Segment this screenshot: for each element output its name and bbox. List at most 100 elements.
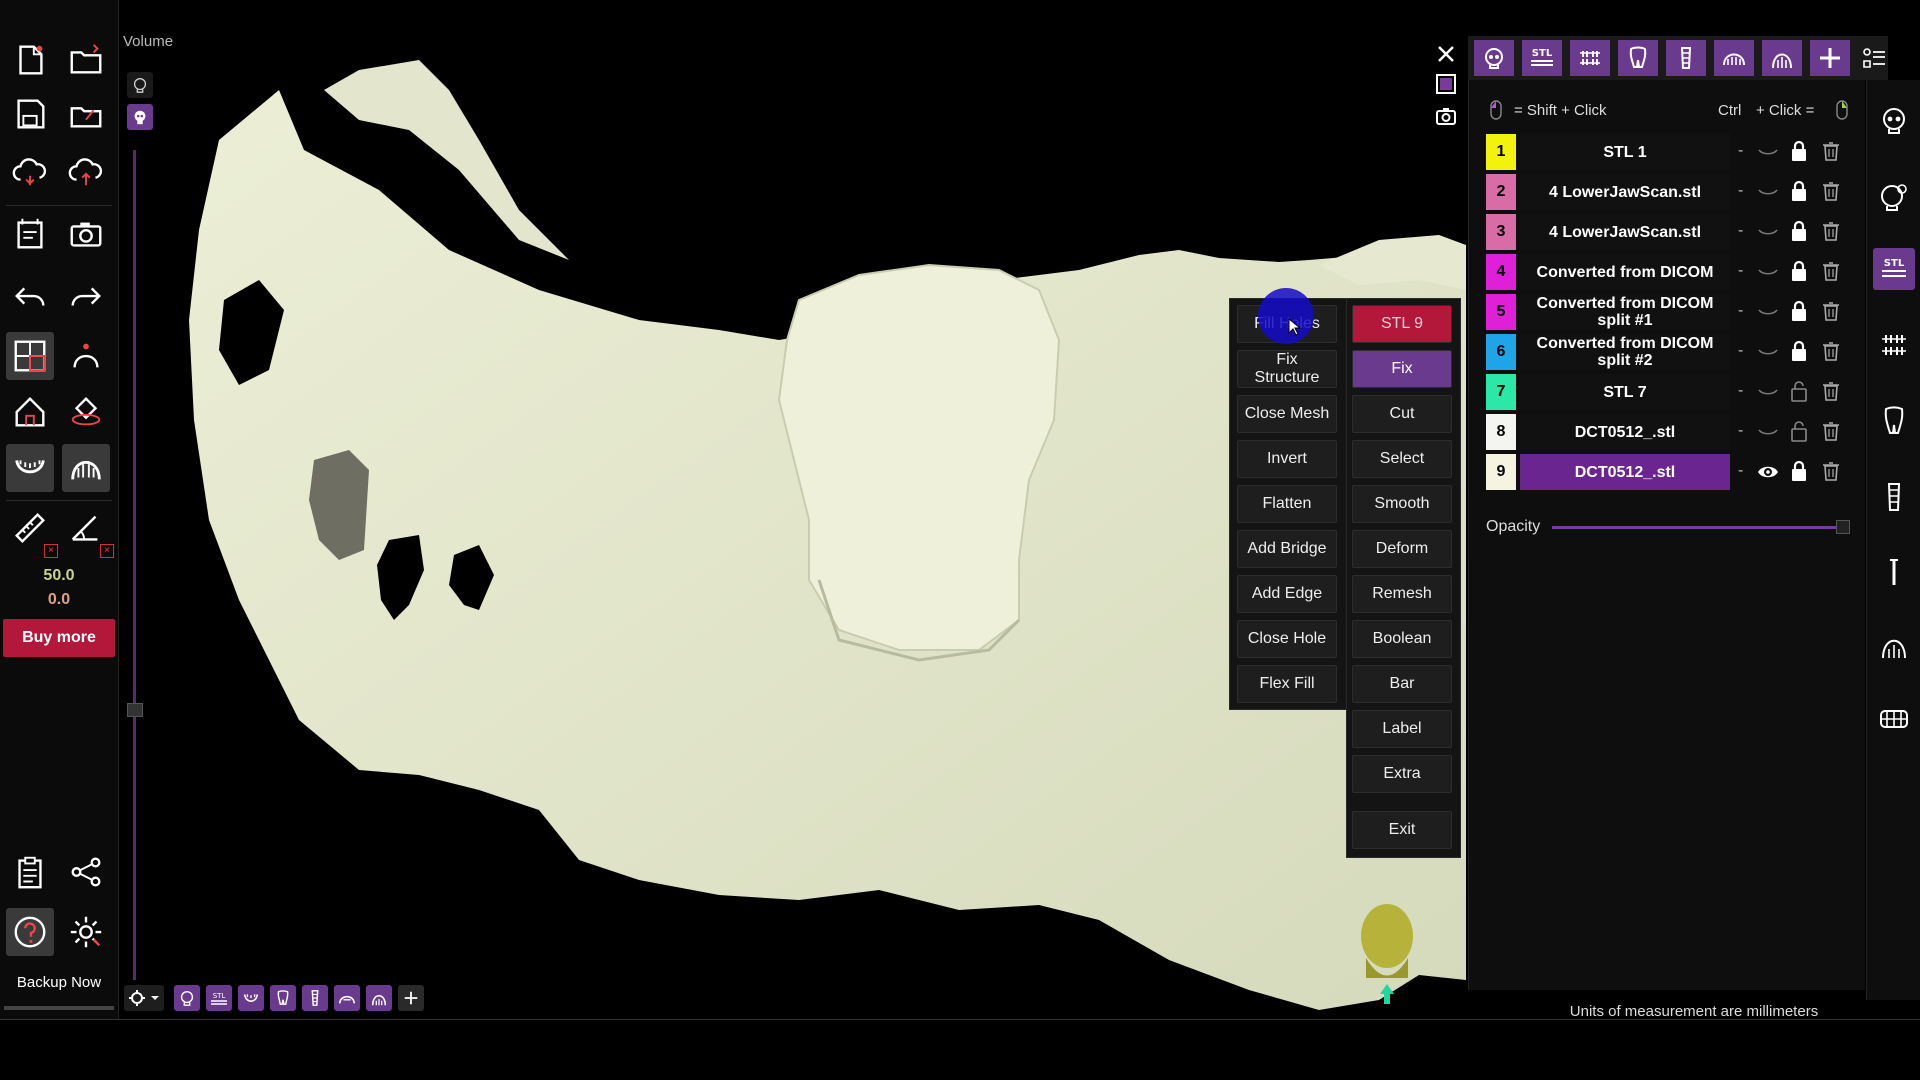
- side-pin-icon[interactable]: [1873, 550, 1915, 592]
- volume-slider-track[interactable]: [133, 150, 136, 980]
- stl-row-collapse-icon[interactable]: -: [1738, 382, 1743, 400]
- cloud-new-icon[interactable]: [6, 148, 54, 196]
- buy-more-button[interactable]: Buy more: [3, 619, 115, 657]
- trash-icon[interactable]: [1822, 220, 1840, 242]
- add-bridge-button[interactable]: Add Bridge: [1237, 530, 1337, 568]
- camera-icon[interactable]: [62, 210, 110, 258]
- export-folder-icon[interactable]: [62, 90, 110, 138]
- tab-jaw-icon[interactable]: [1570, 40, 1610, 76]
- close-view-icon[interactable]: [1432, 40, 1460, 68]
- trash-icon[interactable]: [1822, 260, 1840, 282]
- eye-open-icon[interactable]: [1756, 462, 1780, 482]
- eye-closed-icon[interactable]: [1756, 182, 1780, 202]
- side-tooth-icon[interactable]: [1873, 400, 1915, 442]
- view-settings-dropdown-icon[interactable]: [124, 985, 164, 1011]
- fix-button[interactable]: Fix: [1352, 350, 1452, 388]
- stl-row-name[interactable]: 4 LowerJawScan.stl: [1520, 174, 1730, 210]
- cut-button[interactable]: Cut: [1352, 395, 1452, 433]
- lock-icon[interactable]: [1790, 260, 1808, 282]
- home-view-icon[interactable]: [6, 388, 54, 436]
- smooth-button[interactable]: Smooth: [1352, 485, 1452, 523]
- trash-icon[interactable]: [1822, 460, 1840, 482]
- trash-icon[interactable]: [1822, 180, 1840, 202]
- stl-row[interactable]: 9 DCT0512_.stl -: [1486, 452, 1852, 490]
- stl-row-collapse-icon[interactable]: -: [1738, 262, 1743, 280]
- open-folder-icon[interactable]: [62, 36, 110, 84]
- opacity-slider-thumb[interactable]: [1836, 520, 1850, 534]
- layout-icon[interactable]: [6, 332, 54, 380]
- trash-icon[interactable]: [1822, 340, 1840, 362]
- eye-closed-icon[interactable]: [1756, 262, 1780, 282]
- side-arch-icon[interactable]: [1873, 624, 1915, 666]
- close-hole-button[interactable]: Close Hole: [1237, 620, 1337, 658]
- stl-row[interactable]: 5 Converted from DICOM split #1-: [1486, 292, 1852, 330]
- volume-slider-thumb[interactable]: [127, 703, 143, 717]
- save-icon[interactable]: [6, 90, 54, 138]
- stl-row-collapse-icon[interactable]: -: [1738, 342, 1743, 360]
- trash-icon[interactable]: [1822, 380, 1840, 402]
- stl-row[interactable]: 1 STL 1-: [1486, 132, 1852, 170]
- tab-skull-icon[interactable]: [1474, 40, 1514, 76]
- deform-button[interactable]: Deform: [1352, 530, 1452, 568]
- volume-skull-filled-icon[interactable]: [127, 104, 153, 130]
- new-file-icon[interactable]: [6, 36, 54, 84]
- tab-arch-icon[interactable]: [1762, 40, 1802, 76]
- lock-icon[interactable]: [1790, 300, 1808, 322]
- bottom-tooth-icon[interactable]: [270, 985, 296, 1011]
- eye-closed-icon[interactable]: [1756, 382, 1780, 402]
- stl-row-name[interactable]: DCT0512_.stl: [1520, 454, 1730, 490]
- share-icon[interactable]: [62, 848, 110, 896]
- bottom-arch-icon[interactable]: [366, 985, 392, 1011]
- lock-icon[interactable]: [1790, 220, 1808, 242]
- stl-row[interactable]: 8 DCT0512_.stl -: [1486, 412, 1852, 450]
- tab-tooth-icon[interactable]: [1618, 40, 1658, 76]
- lock-icon[interactable]: [1790, 180, 1808, 202]
- boolean-button[interactable]: Boolean: [1352, 620, 1452, 658]
- stl-row[interactable]: 6 Converted from DICOM split #2-: [1486, 332, 1852, 370]
- tab-list-icon[interactable]: [1854, 40, 1894, 76]
- help-icon[interactable]: [6, 908, 54, 956]
- eye-closed-icon[interactable]: [1756, 222, 1780, 242]
- stl-row-name[interactable]: STL 7: [1520, 374, 1730, 410]
- eye-closed-icon[interactable]: [1756, 342, 1780, 362]
- curve-tool-icon[interactable]: [62, 332, 110, 380]
- upper-arch-icon[interactable]: [62, 444, 110, 492]
- bottom-skull-icon[interactable]: [174, 985, 200, 1011]
- stl-row[interactable]: 7 STL 7-: [1486, 372, 1852, 410]
- stl-row-name[interactable]: 4 LowerJawScan.stl: [1520, 214, 1730, 250]
- side-skull-gear-icon[interactable]: [1873, 176, 1915, 218]
- eye-closed-icon[interactable]: [1756, 142, 1780, 162]
- trash-icon[interactable]: [1822, 140, 1840, 162]
- side-jaw-icon[interactable]: [1873, 324, 1915, 366]
- bottom-nerve-icon[interactable]: [334, 985, 360, 1011]
- side-implant-icon[interactable]: [1873, 476, 1915, 518]
- bottom-stl-icon[interactable]: STL: [206, 985, 232, 1011]
- bottom-jaw-icon[interactable]: [238, 985, 264, 1011]
- tab-stl-icon[interactable]: STL: [1522, 40, 1562, 76]
- angle-close-icon[interactable]: ×: [100, 544, 114, 558]
- redo-icon[interactable]: [62, 272, 110, 320]
- opacity-slider-track[interactable]: [1552, 526, 1842, 529]
- rotate-view-icon[interactable]: [62, 388, 110, 436]
- stl-row-collapse-icon[interactable]: -: [1738, 142, 1743, 160]
- stl-row-collapse-icon[interactable]: -: [1738, 222, 1743, 240]
- stl-row[interactable]: 34 LowerJawScan.stl -: [1486, 212, 1852, 250]
- side-dentition-icon[interactable]: [1873, 698, 1915, 740]
- stl-row-name[interactable]: Converted from DICOM split #1: [1520, 294, 1730, 330]
- stl-row-name[interactable]: STL 1: [1520, 134, 1730, 170]
- orientation-head-icon[interactable]: [1352, 898, 1422, 1008]
- stl-row-collapse-icon[interactable]: -: [1738, 422, 1743, 440]
- side-skull-icon[interactable]: [1873, 100, 1915, 142]
- tab-nerve-icon[interactable]: [1714, 40, 1754, 76]
- stl-row-collapse-icon[interactable]: -: [1738, 462, 1743, 480]
- cloud-upload-icon[interactable]: [62, 148, 110, 196]
- eye-closed-icon[interactable]: [1756, 302, 1780, 322]
- exit-button[interactable]: Exit: [1352, 811, 1452, 849]
- report-icon[interactable]: [6, 210, 54, 258]
- lock-icon[interactable]: [1790, 460, 1808, 482]
- remesh-button[interactable]: Remesh: [1352, 575, 1452, 613]
- stl-row-collapse-icon[interactable]: -: [1738, 182, 1743, 200]
- tab-add-icon[interactable]: [1810, 40, 1850, 76]
- undo-icon[interactable]: [6, 272, 54, 320]
- extra-button[interactable]: Extra: [1352, 755, 1452, 793]
